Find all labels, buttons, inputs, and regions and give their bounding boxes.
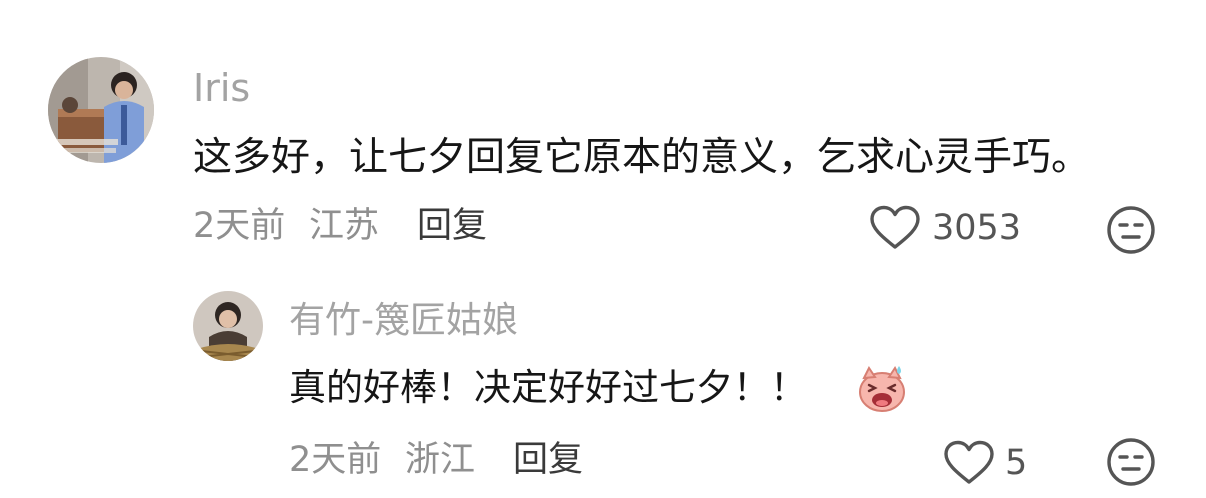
avatar-reply[interactable]	[193, 291, 263, 361]
comment-like-count: 3053	[932, 208, 1022, 248]
heart-outline-icon[interactable]	[869, 205, 921, 251]
comment-author[interactable]: Iris	[193, 64, 250, 112]
reply-time: 2天前	[289, 440, 382, 480]
comment-reply-button[interactable]: 回复	[417, 203, 487, 249]
reply-author[interactable]: 有竹-篾匠姑娘	[289, 298, 518, 344]
unamused-face-icon[interactable]	[1106, 205, 1156, 255]
comment-location: 江苏	[309, 206, 380, 246]
reply-reply-button[interactable]: 回复	[513, 437, 583, 483]
comment-time: 2天前	[193, 206, 286, 246]
reply-text: 真的好棒！决定好好过七夕！！	[289, 366, 807, 409]
unamused-face-icon[interactable]	[1106, 437, 1156, 487]
comment-text: 这多好，让七夕回复它原本的意义，乞求心灵手巧。	[193, 135, 1091, 180]
reply-like-count: 5	[1005, 443, 1028, 483]
heart-outline-icon[interactable]	[943, 440, 995, 486]
avatar-iris[interactable]	[48, 57, 154, 163]
reply-location: 浙江	[405, 440, 476, 480]
laughing-pig-sticker	[855, 360, 909, 414]
